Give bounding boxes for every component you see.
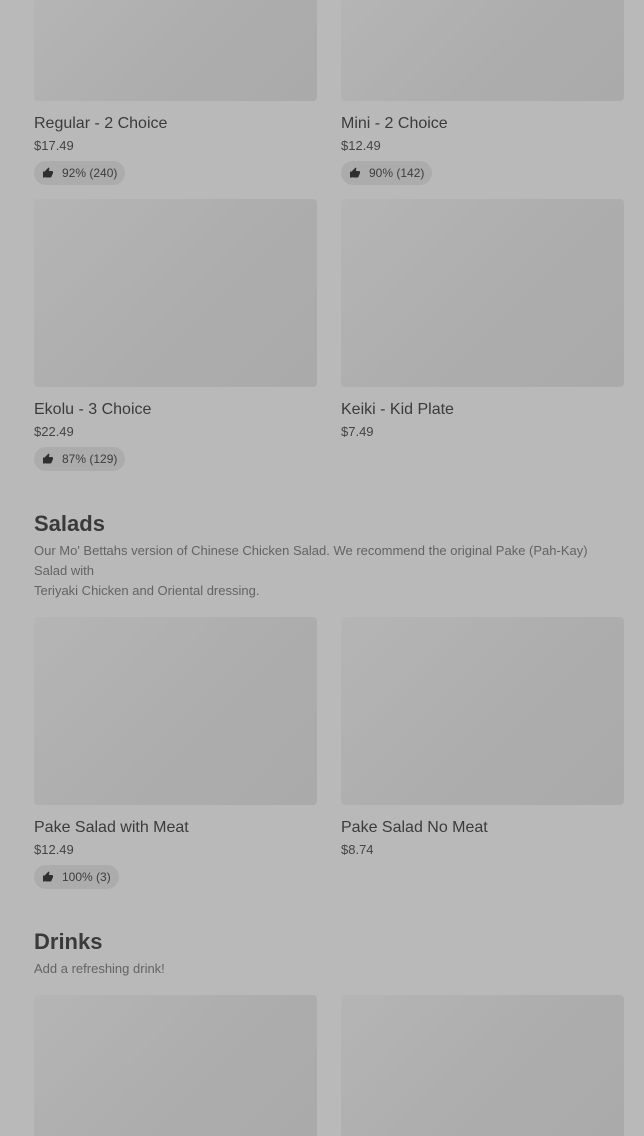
item-image[interactable] (34, 0, 317, 101)
item-price: $12.49 (341, 138, 381, 153)
rating-badge: 92% (240) (34, 161, 126, 185)
item-price: $17.49 (34, 138, 74, 153)
item-image[interactable] (341, 0, 624, 101)
item-price: $12.49 (34, 842, 74, 857)
item-price: $22.49 (34, 424, 74, 439)
thumbs-up-icon (42, 871, 54, 883)
thumbs-up-icon (349, 167, 361, 179)
rating-text: 87% (129) (62, 452, 118, 466)
rating-badge: 90% (142) (341, 161, 433, 185)
rating-badge: 100% (3) (34, 865, 119, 889)
item-title: Pake Salad No Meat (341, 819, 488, 836)
menu-item-card[interactable]: Pake Salad with Meat $12.49 100% (3) (34, 617, 317, 889)
menu-item-card[interactable]: Mini - 2 Choice $12.49 90% (142) (341, 0, 624, 185)
item-image[interactable] (341, 617, 624, 805)
item-image[interactable] (341, 995, 624, 1136)
menu-item-card[interactable] (341, 995, 624, 1136)
section-title-drinks: Drinks (34, 929, 103, 954)
section-description-drinks: Add a refreshing drink! (34, 961, 165, 976)
item-image[interactable] (34, 995, 317, 1136)
thumbs-up-icon (42, 453, 54, 465)
item-price: $8.74 (341, 842, 374, 857)
item-title: Keiki - Kid Plate (341, 401, 454, 418)
item-image[interactable] (341, 199, 624, 387)
section-title-salads: Salads (34, 511, 105, 536)
item-title: Mini - 2 Choice (341, 115, 448, 132)
rating-text: 90% (142) (369, 166, 425, 180)
section-description-salads: Our Mo' Bettahs version of Chinese Chick… (34, 541, 619, 601)
thumbs-up-icon (42, 167, 54, 179)
menu-item-card[interactable] (34, 995, 317, 1136)
rating-badge: 87% (129) (34, 447, 126, 471)
description-line: Our Mo' Bettahs version of Chinese Chick… (34, 543, 588, 578)
menu-item-card[interactable]: Pake Salad No Meat $8.74 (341, 617, 624, 858)
item-title: Pake Salad with Meat (34, 819, 189, 836)
rating-text: 92% (240) (62, 166, 118, 180)
item-image[interactable] (34, 617, 317, 805)
menu-item-card[interactable]: Ekolu - 3 Choice $22.49 87% (129) (34, 199, 317, 471)
item-title: Ekolu - 3 Choice (34, 401, 152, 418)
rating-text: 100% (3) (62, 870, 111, 884)
item-image[interactable] (34, 199, 317, 387)
menu-item-card[interactable]: Keiki - Kid Plate $7.49 (341, 199, 624, 440)
menu-item-card[interactable]: Regular - 2 Choice $17.49 92% (240) (34, 0, 317, 185)
item-title: Regular - 2 Choice (34, 115, 168, 132)
item-price: $7.49 (341, 424, 374, 439)
menu-page: Regular - 2 Choice $17.49 92% (240) Mini… (0, 0, 644, 1136)
description-line: Teriyaki Chicken and Oriental dressing. (34, 583, 260, 598)
